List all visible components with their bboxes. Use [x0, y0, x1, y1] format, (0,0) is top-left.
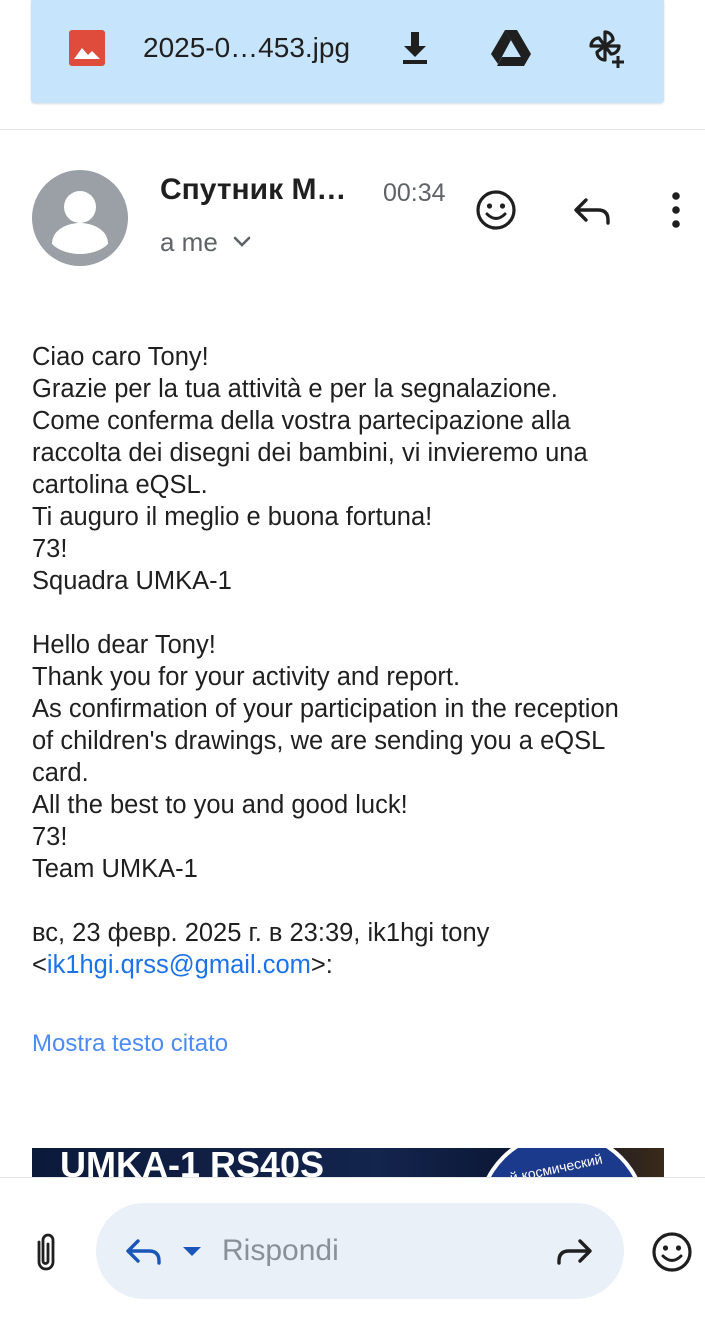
body-line: Team UMKA-1 [32, 855, 198, 883]
emoji-icon[interactable] [648, 1228, 696, 1276]
quote-header-email-line: <ik1hgi.qrss@gmail.com>: [32, 949, 682, 981]
download-icon[interactable] [393, 26, 437, 70]
reply-icon[interactable] [122, 1229, 166, 1273]
divider [0, 129, 705, 130]
attachment-filename[interactable]: 2025-0…453.jpg [143, 30, 350, 66]
sender-name[interactable]: Спутник М… [160, 172, 346, 208]
caret-down-icon[interactable] [178, 1237, 206, 1265]
quote-lt: < [32, 951, 47, 979]
quote-header-line: вс, 23 февр. 2025 г. в 23:39, ik1hgi ton… [32, 919, 490, 947]
avatar[interactable] [32, 170, 128, 266]
reply-pill[interactable] [96, 1203, 624, 1299]
more-options-icon[interactable] [652, 186, 700, 234]
quote-gt: >: [310, 951, 333, 979]
reply-input[interactable] [222, 1231, 522, 1271]
recipient-label: a me [160, 227, 218, 257]
add-to-photos-icon[interactable] [585, 26, 629, 70]
google-drive-icon[interactable] [489, 26, 533, 70]
show-quoted-text-link[interactable]: Mostra testo citato [32, 1028, 228, 1060]
emoji-reaction-icon[interactable] [472, 186, 520, 234]
recipient-details[interactable]: a me [160, 227, 254, 257]
reply-icon[interactable] [568, 186, 616, 234]
body-line: Ciao caro Tony! [32, 343, 209, 371]
body-line: raccolta dei disegni dei bambini, vi inv… [32, 439, 588, 467]
sender-email-link[interactable]: ik1hgi.qrss@gmail.com [47, 951, 311, 979]
body-line: of children's drawings, we are sending y… [32, 727, 606, 755]
paperclip-icon[interactable] [24, 1230, 68, 1274]
body-line: As confirmation of your participation in… [32, 695, 619, 723]
embedded-image[interactable]: UMKA-1 RS40S й космический [32, 1148, 664, 1178]
image-file-icon [69, 30, 105, 66]
message-time: 00:34 [383, 179, 446, 207]
message-body: Ciao caro Tony! Grazie per la tua attivi… [32, 341, 682, 981]
body-line: Hello dear Tony! [32, 631, 216, 659]
body-line: All the best to you and good luck! [32, 791, 408, 819]
body-line: Thank you for your activity and report. [32, 663, 461, 691]
body-line: 73! [32, 823, 68, 851]
body-line: Ti auguro il meglio e buona fortuna! [32, 503, 433, 531]
body-line: Squadra UMKA-1 [32, 567, 232, 595]
chevron-down-icon [230, 230, 254, 254]
body-line: 73! [32, 535, 68, 563]
forward-icon[interactable] [552, 1229, 596, 1273]
attachment-bar[interactable]: 2025-0…453.jpg [31, 0, 664, 103]
body-line: Grazie per la tua attività e per la segn… [32, 375, 558, 403]
embedded-image-title: UMKA-1 RS40S [60, 1148, 324, 1178]
body-line: cartolina eQSL. [32, 471, 208, 499]
body-line: Come conferma della vostra partecipazion… [32, 407, 571, 435]
body-line: card. [32, 759, 89, 787]
email-view: 2025-0…453.jpg Спутник М… 00:34 a me Cia… [0, 0, 705, 1322]
